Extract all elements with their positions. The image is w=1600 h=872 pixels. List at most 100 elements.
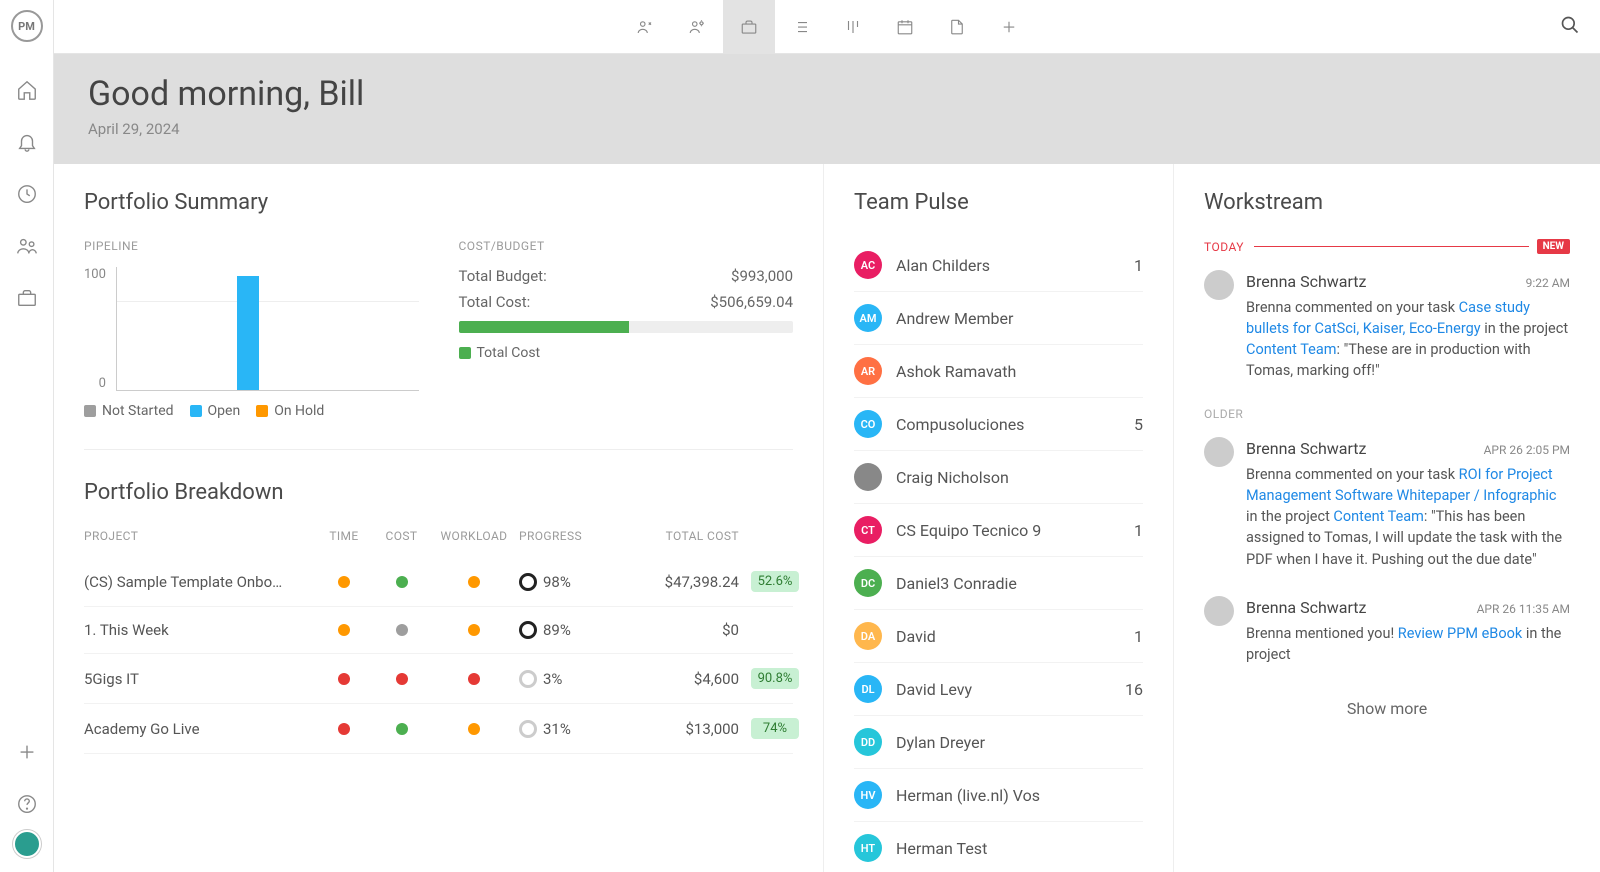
team-member-row[interactable]: DCDaniel3 Conradie (854, 557, 1143, 610)
tab-portfolio[interactable] (723, 0, 775, 54)
member-avatar: HT (854, 834, 882, 862)
tab-add[interactable] (983, 0, 1035, 54)
cost-subhead: COST/BUDGET (459, 239, 794, 253)
ws-time: APR 26 2:05 PM (1484, 442, 1570, 459)
member-count: 1 (1134, 521, 1143, 540)
briefcase-icon[interactable] (15, 286, 39, 310)
clock-icon[interactable] (15, 182, 39, 206)
member-count: 1 (1134, 627, 1143, 646)
pct-badge: 52.6% (751, 571, 799, 592)
member-avatar: HV (854, 781, 882, 809)
progress-cell: 89% (519, 621, 609, 639)
member-name: Dylan Dreyer (896, 733, 1143, 752)
team-member-row[interactable]: DA David1 (854, 610, 1143, 663)
member-name: Craig Nicholson (896, 468, 1143, 487)
ws-task-link[interactable]: Review PPM eBook (1398, 625, 1522, 642)
member-avatar: AR (854, 357, 882, 385)
team-member-row[interactable]: ARAshok Ramavath (854, 345, 1143, 398)
member-name: David (896, 627, 1134, 646)
home-icon[interactable] (15, 78, 39, 102)
member-count: 5 (1134, 415, 1143, 434)
breakdown-row[interactable]: (CS) Sample Template Onbo…98%$47,398.245… (84, 557, 793, 607)
member-avatar: DC (854, 569, 882, 597)
progress-cell: 3% (519, 670, 609, 688)
tab-calendar[interactable] (879, 0, 931, 54)
workstream-item[interactable]: Brenna Schwartz 9:22 AM Brenna commented o… (1204, 270, 1570, 381)
notifications-icon[interactable] (15, 130, 39, 154)
team-member-row[interactable]: HVHerman (live.nl) Vos (854, 769, 1143, 822)
workstream-item[interactable]: Brenna SchwartzAPR 26 2:05 PMBrenna comm… (1204, 437, 1570, 569)
team-pulse-title: Team Pulse (854, 190, 1143, 215)
team-member-row[interactable]: COCompusoluciones5 (854, 398, 1143, 451)
ws-text: Brenna commented on your task Case study… (1246, 297, 1570, 381)
ws-project-link[interactable]: Content Team (1333, 508, 1423, 525)
team-member-row[interactable]: ACAlan Childers1 (854, 239, 1143, 292)
show-more-button[interactable]: Show more (1204, 691, 1570, 726)
ws-task-link[interactable]: ROI for Project Management Software Whit… (1246, 466, 1556, 504)
team-member-row[interactable]: DLDavid Levy16 (854, 663, 1143, 716)
member-avatar: DL (854, 675, 882, 703)
team-member-row[interactable]: AMAndrew Member (854, 292, 1143, 345)
ws-text: Brenna commented on your task ROI for Pr… (1246, 464, 1570, 569)
member-avatar: AM (854, 304, 882, 332)
header-date: April 29, 2024 (88, 120, 1566, 138)
ws-time: 9:22 AM (1526, 275, 1570, 292)
member-count: 1 (1134, 256, 1143, 275)
tab-board[interactable] (827, 0, 879, 54)
member-avatar (854, 463, 882, 491)
member-avatar: DA (854, 622, 882, 650)
cost-legend: Total Cost (459, 345, 541, 361)
legend-open: Open (190, 403, 241, 419)
breakdown-row[interactable]: 5Gigs IT3%$4,60090.8% (84, 654, 793, 704)
ws-text: Brenna mentioned you! Review PPM eBook i… (1246, 623, 1570, 665)
breakdown-row[interactable]: 1. This Week89%$0 (84, 607, 793, 654)
user-avatar[interactable] (13, 830, 41, 858)
team-member-row[interactable]: DDDylan Dreyer (854, 716, 1143, 769)
budget-value: $993,000 (731, 267, 793, 285)
ytick-100: 100 (84, 267, 106, 282)
ws-author: Brenna Schwartz (1246, 270, 1366, 293)
tab-document[interactable] (931, 0, 983, 54)
pct-badge: 74% (751, 718, 799, 739)
workstream-item[interactable]: Brenna SchwartzAPR 26 11:35 AMBrenna men… (1204, 596, 1570, 665)
cost-dot (396, 624, 408, 636)
team-icon[interactable] (15, 234, 39, 258)
team-member-row[interactable]: HTHerman Test (854, 822, 1143, 872)
member-name: CS Equipo Tecnico 9 (896, 521, 1134, 540)
portfolio-summary-title: Portfolio Summary (84, 190, 793, 215)
total-cost-cell: $13,000 (609, 720, 739, 738)
ws-task-link[interactable]: Case study bullets for CatSci, Kaiser, E… (1246, 299, 1530, 337)
team-member-row[interactable]: Craig Nicholson (854, 451, 1143, 504)
totalcost-label: Total Cost: (459, 293, 531, 311)
page-header: Good morning, Bill April 29, 2024 (54, 54, 1600, 164)
time-dot (338, 723, 350, 735)
member-name: Compusoluciones (896, 415, 1134, 434)
time-dot (338, 576, 350, 588)
total-cost-cell: $0 (609, 621, 739, 639)
ws-project-link[interactable]: Content Team (1246, 341, 1336, 358)
ws-avatar (1204, 596, 1234, 626)
add-icon[interactable] (15, 740, 39, 764)
pipeline-subhead: PIPELINE (84, 239, 419, 253)
workload-dot (468, 576, 480, 588)
ws-today-label: TODAY (1204, 240, 1244, 254)
tab-people[interactable] (619, 0, 671, 54)
project-name: 5Gigs IT (84, 670, 314, 688)
member-name: Alan Childers (896, 256, 1134, 275)
tab-people-settings[interactable] (671, 0, 723, 54)
workload-dot (468, 673, 480, 685)
help-icon[interactable] (15, 792, 39, 816)
workload-dot (468, 624, 480, 636)
team-member-row[interactable]: CTCS Equipo Tecnico 91 (854, 504, 1143, 557)
tab-list[interactable] (775, 0, 827, 54)
workload-dot (468, 723, 480, 735)
search-icon[interactable] (1560, 15, 1580, 39)
member-name: David Levy (896, 680, 1125, 699)
budget-bar (459, 321, 794, 333)
legend-on-hold: On Hold (256, 403, 324, 419)
breakdown-row[interactable]: Academy Go Live31%$13,00074% (84, 704, 793, 754)
pct-badge: 90.8% (751, 668, 799, 689)
app-logo[interactable]: PM (11, 10, 43, 42)
project-name: Academy Go Live (84, 720, 314, 738)
greeting: Good morning, Bill (88, 74, 1566, 114)
